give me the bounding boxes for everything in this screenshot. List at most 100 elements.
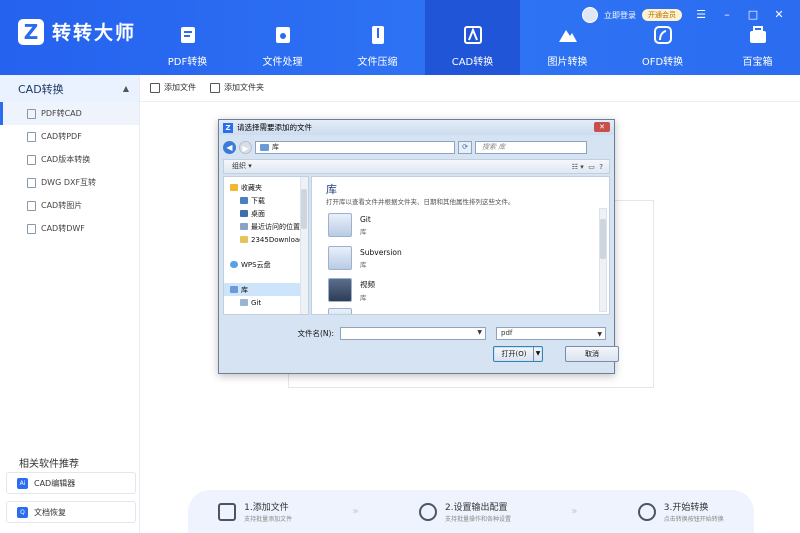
forward-icon[interactable]: ▶ (239, 140, 252, 154)
tab-file-compress[interactable]: 文件压缩 (330, 0, 425, 75)
close-icon[interactable]: ✕ (772, 8, 786, 22)
nav-label: WPS云盘 (241, 260, 271, 269)
sidebar-item-dwg-dxf[interactable]: DWG DXF互转 (0, 171, 139, 194)
sidebar-item-cad-to-dwf[interactable]: CAD转DWF (0, 217, 139, 240)
filename-input[interactable]: ▼ (340, 326, 486, 340)
nav-label: 库 (241, 285, 248, 294)
address-row: ◀ ▶ 库 ⟳ 搜索 库 (223, 139, 610, 155)
library-name: 视频 (360, 279, 375, 289)
nav-2345downloads[interactable]: 2345Downloads (224, 233, 308, 246)
sidebar-item-cad-to-image[interactable]: CAD转图片 (0, 194, 139, 217)
tab-label: PDF转换 (167, 57, 208, 68)
document-icon (27, 200, 36, 211)
chevron-right-icon: » (352, 506, 359, 517)
add-file-label: 添加文件 (164, 83, 196, 92)
pdf-convert-icon (177, 24, 199, 46)
add-folder-button[interactable]: 添加文件夹 (210, 82, 264, 93)
toolbox-icon (747, 24, 769, 46)
dialog-close-button[interactable]: ✕ (594, 122, 610, 132)
open-options-icon[interactable]: ▼ (533, 347, 542, 361)
back-icon[interactable]: ◀ (223, 140, 236, 154)
library-item-pictures[interactable]: 图片 (328, 308, 375, 314)
nav-git[interactable]: Git (224, 296, 308, 309)
scroll-thumb[interactable] (600, 219, 606, 259)
organize-button[interactable]: 组织 ▾ (232, 162, 252, 170)
document-icon (27, 108, 36, 119)
dialog-buttons: 打开(O) ▼ 取消 (493, 346, 619, 362)
document-icon (27, 177, 36, 188)
library-item-videos[interactable]: 视频 库 (328, 278, 375, 302)
doc-recovery-icon: Q (17, 506, 28, 518)
vip-button[interactable]: 开通会员 (642, 9, 682, 21)
maximize-icon[interactable]: □ (746, 8, 760, 22)
folder-icon (218, 502, 237, 521)
nav-libraries[interactable]: 库 (224, 283, 308, 296)
tab-label: 文件处理 (262, 57, 303, 68)
app-mini-icon: Z (223, 122, 233, 133)
filetype-select[interactable]: pdf ▼ (496, 326, 606, 340)
nav-desktop[interactable]: 桌面 (224, 207, 308, 220)
refresh-icon[interactable]: ⟳ (458, 140, 472, 154)
chevron-down-icon[interactable]: ▼ (597, 329, 602, 340)
add-file-button[interactable]: 添加文件 (150, 82, 196, 93)
nav-pane-scrollbar[interactable] (300, 177, 308, 314)
recommend-cad-editor[interactable]: Ai CAD编辑器 (6, 472, 136, 494)
sidebar-item-label: CAD转图片 (41, 201, 83, 210)
toolbar-divider (140, 101, 800, 102)
nav-wps-cloud[interactable]: WPS云盘 (224, 258, 308, 271)
search-input[interactable]: 搜索 库 (475, 140, 587, 154)
sidebar-item-pdf-to-cad[interactable]: PDF转CAD (0, 102, 139, 125)
sidebar-item-label: PDF转CAD (41, 109, 82, 118)
nav-favorites[interactable]: 收藏夹 (224, 181, 308, 194)
sidebar-item-cad-version[interactable]: CAD版本转换 (0, 148, 139, 171)
library-item-subversion[interactable]: Subversion 库 (328, 246, 402, 270)
address-text: 库 (272, 142, 279, 151)
library-icon (230, 286, 238, 293)
login-link[interactable]: 立即登录 (604, 10, 636, 21)
library-icon (260, 143, 269, 151)
navigation-pane: 收藏夹 下载 桌面 最近访问的位置 2345Downloads WPS云盘 库 (223, 176, 309, 315)
sidebar-item-label: CAD版本转换 (41, 155, 91, 164)
library-kind: 库 (360, 293, 367, 302)
library-folder-icon (328, 246, 352, 270)
step-output-config: 2.设置输出配置 支持批量操作和各种设置 (418, 500, 511, 523)
sidebar-group-cad[interactable]: CAD转换 ▲ (0, 75, 139, 102)
logo-mark: Z (18, 18, 44, 45)
tab-pdf-convert[interactable]: PDF转换 (140, 0, 235, 75)
filename-row: 文件名(N): ▼ pdf ▼ (223, 325, 610, 341)
minimize-icon[interactable]: – (720, 8, 734, 22)
download-folder-icon (240, 197, 248, 204)
add-folder-icon (210, 82, 220, 93)
tab-file-process[interactable]: 文件处理 (235, 0, 330, 75)
nav-label: 桌面 (251, 209, 265, 218)
step-add-file: 1.添加文件 支持批量添加文件 (218, 500, 292, 523)
open-button[interactable]: 打开(O) ▼ (493, 346, 543, 362)
nav-downloads[interactable]: 下载 (224, 194, 308, 207)
tab-label: CAD转换 (451, 57, 494, 68)
recommend-doc-recovery[interactable]: Q 文档恢复 (6, 501, 136, 523)
avatar[interactable] (582, 7, 598, 23)
cancel-button[interactable]: 取消 (565, 346, 619, 362)
file-compress-icon (367, 24, 389, 46)
step-start-convert: 3.开始转换 点击转换按钮开始转换 (637, 500, 724, 523)
view-options-icon[interactable]: ☷ ▾ ▭ ? (572, 161, 603, 174)
step-subtitle: 支持批量操作和各种设置 (444, 516, 511, 523)
library-description: 打开库以查看文件并根据文件夹、日期和其他属性排列这些文件。 (326, 198, 515, 206)
sidebar-item-label: CAD转DWF (41, 224, 85, 233)
tab-cad-convert[interactable]: CAD转换 (425, 0, 520, 75)
add-folder-label: 添加文件夹 (224, 83, 264, 92)
chevron-down-icon[interactable]: ▼ (477, 329, 482, 336)
scroll-thumb[interactable] (301, 189, 307, 229)
cad-convert-icon (462, 24, 484, 46)
sidebar-item-cad-to-pdf[interactable]: CAD转PDF (0, 125, 139, 148)
git-library-icon (240, 299, 248, 306)
address-bar[interactable]: 库 (255, 140, 455, 154)
library-heading: 库 (326, 183, 337, 196)
nav-recent-places[interactable]: 最近访问的位置 (224, 220, 308, 233)
library-name: Subversion (360, 247, 402, 257)
recent-places-icon (240, 223, 248, 230)
menu-icon[interactable]: ☰ (694, 8, 708, 22)
app-name: 转转大师 (52, 22, 137, 44)
library-item-git[interactable]: Git 库 (328, 213, 371, 237)
content-scrollbar[interactable] (599, 208, 607, 312)
